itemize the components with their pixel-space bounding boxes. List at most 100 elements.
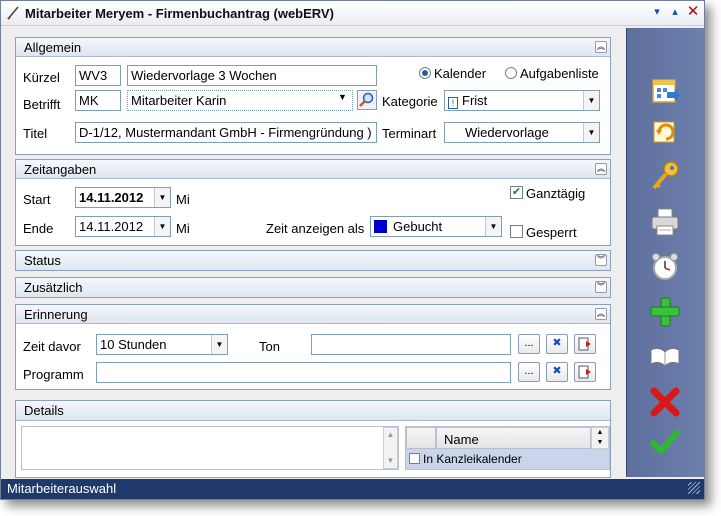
section-header: Zeitangaben ︽ [16, 160, 610, 179]
ok-check-icon[interactable] [647, 424, 683, 460]
details-textarea[interactable] [21, 426, 399, 470]
chevron-down-icon[interactable]: ▼ [338, 92, 347, 102]
programm-input[interactable] [96, 362, 511, 383]
grid-column-name[interactable]: Name [436, 427, 591, 449]
chevron-down-icon[interactable]: ▼ [583, 123, 599, 142]
window-title: Mitarbeiter Meryem - Firmenbuchantrag (w… [25, 6, 334, 21]
alarm-clock-icon[interactable] [647, 248, 683, 284]
betrifft-combo[interactable]: Mitarbeiter Karin [127, 90, 353, 111]
status-bar: Mitarbeiterauswahl [1, 479, 704, 499]
ton-input[interactable] [311, 334, 511, 355]
search-icon[interactable] [357, 90, 377, 110]
start-date-picker[interactable]: 14.11.2012 ▼ [75, 187, 171, 208]
terminart-value: Wiedervorlage [465, 125, 549, 140]
grid-scroll-spinner[interactable]: ▲ ▼ [591, 427, 609, 449]
expand-down-icon[interactable]: ︾ [595, 254, 607, 266]
maximize-button[interactable]: ▴ [667, 4, 683, 20]
add-plus-icon[interactable] [647, 294, 683, 330]
radio-aufgabenliste[interactable] [505, 67, 517, 79]
section-zeitangaben: Zeitangaben ︽ Start 14.11.2012 ▼ Mi ✔ Ga… [15, 159, 611, 246]
terminart-label: Terminart [382, 126, 437, 141]
dialog-window: Mitarbeiter Meryem - Firmenbuchantrag (w… [0, 0, 705, 500]
ganztaegig-label: Ganztägig [526, 186, 586, 201]
color-swatch [374, 220, 387, 233]
ton-clear-icon[interactable]: ✖ [546, 334, 568, 354]
section-header: Erinnerung ︽ [16, 305, 610, 324]
section-title: Zusätzlich [24, 280, 83, 295]
kategorie-label: Kategorie [382, 94, 438, 109]
scroll-down-icon[interactable]: ▼ [384, 454, 397, 468]
ende-label: Ende [23, 221, 54, 236]
cancel-x-icon[interactable] [647, 384, 683, 420]
pen-icon [7, 6, 19, 20]
section-title: Allgemein [24, 40, 82, 55]
chevron-down-icon[interactable]: ▼ [211, 335, 227, 354]
programm-run-icon[interactable] [574, 362, 596, 382]
section-zusaetzlich[interactable]: Zusätzlich ︾ [15, 277, 611, 298]
kanzleikalender-checkbox[interactable] [409, 453, 420, 464]
grid-column-label: Name [444, 432, 479, 447]
ganztaegig-checkbox[interactable]: ✔ [510, 186, 523, 199]
info-icon: ! [448, 97, 458, 109]
scroll-up-icon[interactable]: ▲ [384, 428, 397, 442]
expand-down-icon[interactable]: ︾ [595, 281, 607, 293]
kalender-grid: Name ▲ ▼ In Kanzleikalender [405, 426, 610, 470]
minimize-button[interactable]: ▾ [649, 4, 665, 20]
refresh-icon[interactable] [647, 114, 683, 150]
collapse-up-icon[interactable]: ︽ [595, 308, 607, 320]
calendar-arrow-icon[interactable] [647, 74, 683, 110]
resize-grip-icon[interactable] [688, 482, 700, 494]
programm-browse-button[interactable]: ... [518, 362, 540, 382]
programm-clear-icon[interactable]: ✖ [546, 362, 568, 382]
kategorie-value: Frist [462, 93, 488, 108]
ton-browse-button[interactable]: ... [518, 334, 540, 354]
section-title: Erinnerung [24, 307, 88, 322]
titel-input[interactable]: D-1/12, Mustermandant GmbH - Firmengründ… [75, 122, 377, 143]
chevron-down-icon[interactable]: ▼ [154, 217, 170, 236]
section-header: Details [16, 401, 610, 421]
close-button[interactable]: ✕ [685, 4, 701, 20]
ton-play-icon[interactable] [574, 334, 596, 354]
start-weekday: Mi [176, 192, 190, 207]
chevron-down-icon[interactable]: ▼ [583, 91, 599, 110]
chevron-down-icon[interactable]: ▼ [154, 188, 170, 207]
ende-weekday: Mi [176, 221, 190, 236]
table-row[interactable]: In Kanzleikalender [406, 449, 609, 469]
section-header: Allgemein ︽ [16, 38, 610, 57]
section-allgemein: Allgemein ︽ Kürzel WV3 Wiedervorlage 3 W… [15, 37, 611, 155]
gesperrt-checkbox[interactable] [510, 225, 523, 238]
ton-label: Ton [259, 339, 280, 354]
details-scrollbar[interactable]: ▲ ▼ [383, 427, 398, 469]
radio-kalender-label: Kalender [434, 66, 487, 81]
row-label: In Kanzleikalender [423, 452, 522, 466]
section-status[interactable]: Status ︾ [15, 250, 611, 271]
form-area: Allgemein ︽ Kürzel WV3 Wiedervorlage 3 W… [7, 31, 619, 478]
zeit-anzeigen-combo[interactable]: Gebucht ▼ [370, 216, 502, 237]
open-book-icon[interactable] [647, 338, 683, 374]
chevron-down-icon[interactable]: ▼ [485, 217, 501, 236]
gesperrt-label: Gesperrt [526, 225, 577, 240]
kuerzel-label: Kürzel [23, 70, 60, 85]
zeit-davor-combo[interactable]: 10 Stunden ▼ [96, 334, 228, 355]
ende-date: 14.11.2012 [79, 219, 144, 234]
collapse-up-icon[interactable]: ︽ [595, 163, 607, 175]
zeit-davor-value: 10 Stunden [100, 337, 167, 352]
collapse-up-icon[interactable]: ︽ [595, 41, 607, 53]
ende-date-picker[interactable]: 14.11.2012 ▼ [75, 216, 171, 237]
printer-icon[interactable] [647, 204, 683, 240]
key-icon[interactable] [647, 158, 683, 194]
betrifft-code-input[interactable]: MK [75, 90, 121, 111]
kuerzel-input[interactable]: WV3 [75, 65, 121, 86]
terminart-combo[interactable]: Wiedervorlage ▼ [444, 122, 600, 143]
section-erinnerung: Erinnerung ︽ Zeit davor 10 Stunden ▼ Ton… [15, 304, 611, 390]
action-toolbar [626, 28, 704, 477]
kategorie-combo[interactable]: ! Frist ▼ [444, 90, 600, 111]
section-header: Status ︾ [16, 251, 610, 270]
status-text: Mitarbeiterauswahl [7, 481, 117, 496]
radio-kalender[interactable] [419, 67, 431, 79]
section-header: Zusätzlich ︾ [16, 278, 610, 297]
betrifft-name: Mitarbeiter Karin [131, 93, 227, 108]
programm-label: Programm [23, 367, 84, 382]
section-title: Zeitangaben [24, 162, 97, 177]
kuerzel-description-field[interactable]: Wiedervorlage 3 Wochen [127, 65, 377, 86]
